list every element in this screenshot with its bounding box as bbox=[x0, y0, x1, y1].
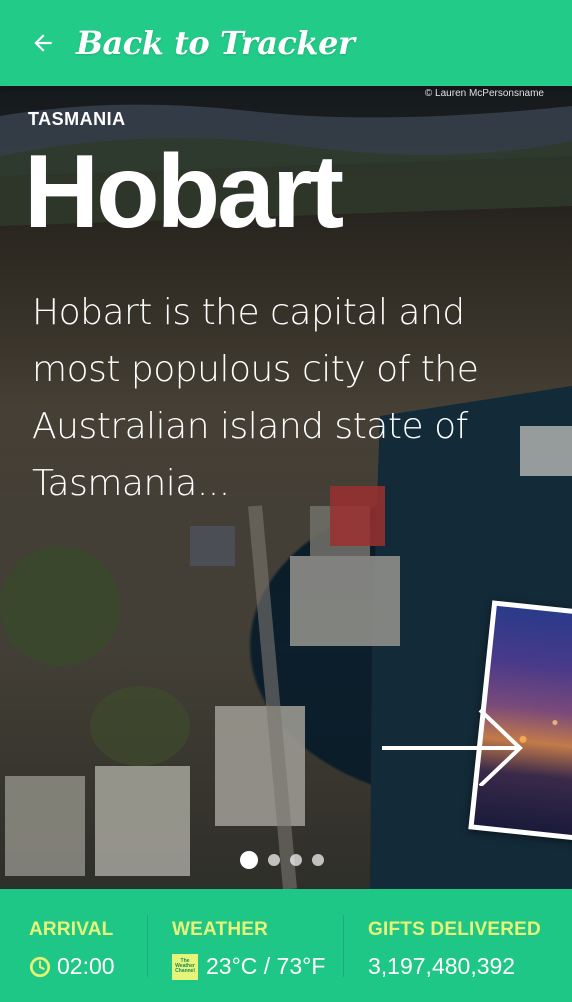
weather-label: WEATHER bbox=[172, 919, 269, 940]
gifts-label: GIFTS DELIVERED bbox=[368, 919, 541, 940]
city-title: Hobart bbox=[24, 134, 344, 250]
weather-channel-logo-icon[interactable]: The Weather Channel bbox=[172, 953, 198, 980]
top-app-bar: Back to Tracker bbox=[0, 0, 572, 86]
back-title: Back to Tracker bbox=[76, 24, 355, 62]
arrow-left-icon bbox=[34, 34, 52, 52]
gifts-section: GIFTS DELIVERED 3,197,480,392 bbox=[343, 889, 572, 1002]
weather-logo-text: The Weather Channel bbox=[175, 958, 195, 974]
arrival-label: ARRIVAL bbox=[29, 919, 114, 940]
weather-value-row: The Weather Channel 23°C / 73°F bbox=[172, 953, 343, 980]
weather-temperature: 23°C / 73°F bbox=[206, 953, 326, 979]
arrival-value-row: 02:00 bbox=[29, 953, 147, 980]
carousel-dot[interactable] bbox=[290, 854, 302, 866]
arrival-time: 02:00 bbox=[57, 953, 115, 979]
arrival-section: ARRIVAL 02:00 bbox=[0, 889, 147, 1002]
back-to-tracker-button[interactable]: Back to Tracker bbox=[0, 0, 355, 86]
gifts-value-row: 3,197,480,392 bbox=[368, 953, 572, 980]
carousel-dot[interactable] bbox=[240, 851, 258, 869]
weather-section: WEATHER The Weather Channel 23°C / 73°F bbox=[147, 889, 343, 1002]
gifts-count: 3,197,480,392 bbox=[368, 953, 516, 979]
carousel-dots bbox=[240, 851, 324, 869]
carousel-dot[interactable] bbox=[312, 854, 324, 866]
arrow-right-icon[interactable] bbox=[380, 706, 530, 786]
clock-icon bbox=[29, 956, 51, 977]
city-description: Hobart is the capital and most populous … bbox=[32, 292, 479, 504]
hero-image: © Lauren McPersonsname TASMANIA Hobart H… bbox=[0, 86, 572, 889]
region-label: TASMANIA bbox=[28, 109, 126, 129]
photo-credit: © Lauren McPersonsname bbox=[424, 88, 544, 99]
carousel-dot[interactable] bbox=[268, 854, 280, 866]
info-bar: ARRIVAL 02:00 WEATHER The Weather Channe… bbox=[0, 889, 572, 1002]
